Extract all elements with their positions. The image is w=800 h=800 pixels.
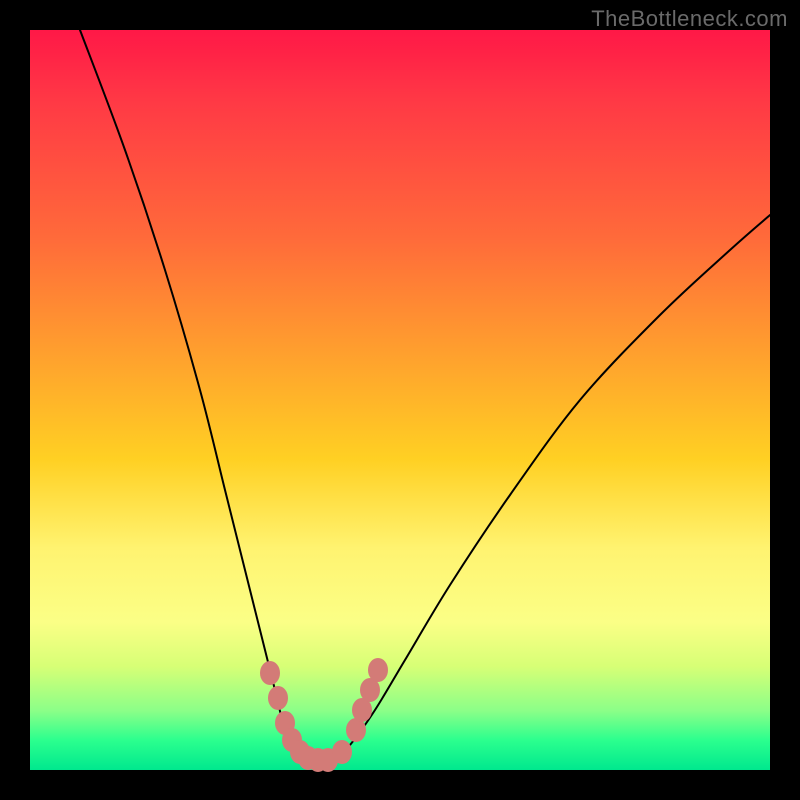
valley-markers [260, 658, 388, 772]
valley-marker [268, 686, 288, 710]
curve-right-arm [330, 215, 770, 765]
curve-layer [30, 30, 770, 770]
valley-marker [260, 661, 280, 685]
chart-frame: TheBottleneck.com [0, 0, 800, 800]
valley-marker [368, 658, 388, 682]
curve-left-arm [80, 30, 305, 765]
plot-area [30, 30, 770, 770]
watermark-text: TheBottleneck.com [591, 6, 788, 32]
valley-marker [332, 740, 352, 764]
